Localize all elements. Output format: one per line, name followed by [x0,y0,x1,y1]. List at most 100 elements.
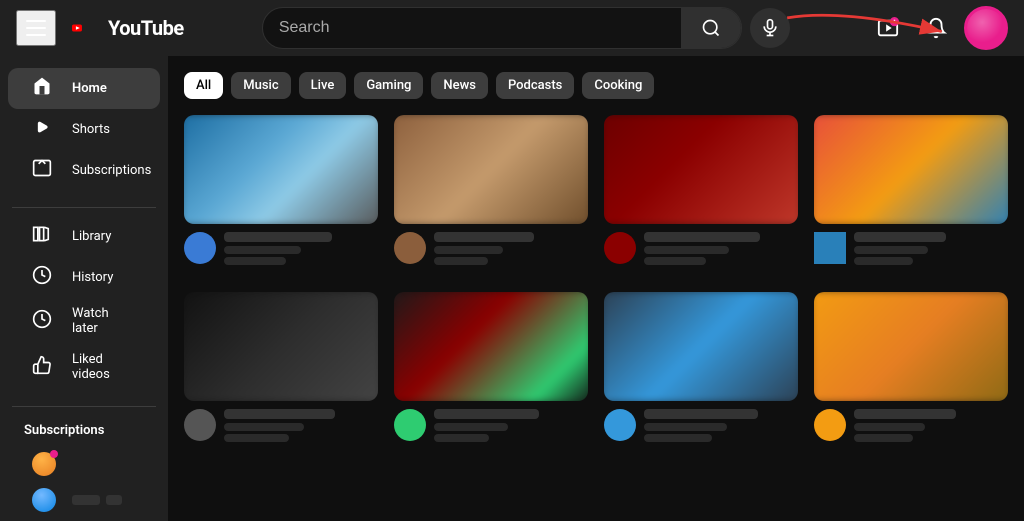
create-icon [877,17,899,39]
sidebar-label-subscriptions: Subscriptions [72,163,151,178]
home-svg [32,76,52,96]
video-meta-7 [604,409,798,445]
main-content: All Music Live Gaming News Podcasts Cook… [168,56,1024,521]
channel-avatar-4 [814,232,846,264]
video-meta-6 [394,409,588,445]
notifications-button[interactable] [916,8,956,48]
video-card-8[interactable] [814,292,1008,445]
subscriptions-svg [32,158,52,178]
divider-1 [12,207,156,208]
chip-cooking[interactable]: Cooking [582,72,654,99]
video-info-8 [854,409,1008,445]
video-info-1 [224,232,378,268]
subscription-item-1[interactable] [8,446,160,482]
sub-dot-1 [50,450,58,458]
chip-podcasts[interactable]: Podcasts [496,72,574,99]
sidebar-item-watch-later[interactable]: Watch later [8,298,160,344]
video-card-5[interactable] [184,292,378,445]
channel-avatar-5 [184,409,216,441]
video-card-1[interactable] [184,115,378,268]
video-meta-5 [184,409,378,445]
hamburger-menu-button[interactable] [16,10,56,46]
sidebar-label-shorts: Shorts [72,122,110,137]
library-svg [32,224,52,244]
video-thumb-3 [604,115,798,224]
chip-live[interactable]: Live [299,72,347,99]
video-thumb-2 [394,115,588,224]
watch-later-icon [32,309,52,334]
history-icon [32,265,52,290]
video-thumb-6 [394,292,588,401]
chip-gaming[interactable]: Gaming [354,72,423,99]
profile-avatar-button[interactable] [964,6,1008,50]
sidebar-item-home[interactable]: Home [8,68,160,109]
sidebar-label-liked-videos: Liked videos [72,352,136,382]
sidebar-main-section: Home Shorts Subscriptions [0,68,168,199]
sidebar-label-home: Home [72,81,107,96]
shorts-icon [32,117,52,142]
search-bar [262,7,742,49]
youtube-icon [72,17,104,39]
history-svg [32,265,52,285]
video-card-3[interactable] [604,115,798,268]
video-card-4[interactable] [814,115,1008,268]
subscriptions-icon [32,158,52,183]
sidebar-item-shorts[interactable]: Shorts [8,109,160,150]
video-info-7 [644,409,798,445]
chip-music[interactable]: Music [231,72,290,99]
search-icon [701,18,721,38]
video-card-6[interactable] [394,292,588,445]
sub-avatar-2 [32,488,56,512]
mic-icon [760,18,780,38]
sidebar-secondary-section: Library History Watch later [0,216,168,398]
video-thumb-1 [184,115,378,224]
video-meta-1 [184,232,378,268]
chips-row: All Music Live Gaming News Podcasts Cook… [184,72,1008,99]
search-button[interactable] [681,8,741,48]
video-info-2 [434,232,588,268]
video-info-4 [854,232,1008,268]
youtube-wordmark: YouTube [108,16,184,40]
subscriptions-section-title: Subscriptions [0,415,168,446]
sidebar-item-library[interactable]: Library [8,216,160,257]
watch-later-svg [32,309,52,329]
channel-avatar-2 [394,232,426,264]
sidebar-item-liked-videos[interactable]: Liked videos [8,344,160,390]
channel-avatar-3 [604,232,636,264]
sidebar-item-history[interactable]: History [8,257,160,298]
sidebar-item-subscriptions[interactable]: Subscriptions [8,150,160,191]
header-right [868,6,1008,50]
sidebar-subscriptions-section: Subscriptions [0,415,168,521]
channel-avatar-7 [604,409,636,441]
body: Home Shorts Subscriptions [0,56,1024,521]
video-thumb-8 [814,292,1008,401]
youtube-logo[interactable]: YouTube [72,16,184,40]
divider-2 [12,406,156,407]
voice-search-button[interactable] [750,8,790,48]
header-left: YouTube [16,10,184,46]
sidebar-label-library: Library [72,229,111,244]
subscription-item-2[interactable] [8,482,160,518]
create-button[interactable] [868,8,908,48]
video-thumb-5 [184,292,378,401]
shorts-svg [32,117,52,137]
sidebar-label-history: History [72,270,113,285]
header: YouTube [0,0,1024,56]
liked-videos-icon [32,355,52,380]
video-meta-4 [814,232,1008,268]
library-icon [32,224,52,249]
sidebar-label-watch-later: Watch later [72,306,136,336]
video-meta-2 [394,232,588,268]
liked-svg [32,355,52,375]
chip-news[interactable]: News [431,72,488,99]
channel-avatar-6 [394,409,426,441]
search-input[interactable] [263,11,681,45]
video-row-1 [184,115,1008,268]
video-meta-8 [814,409,1008,445]
channel-avatar-8 [814,409,846,441]
video-card-7[interactable] [604,292,798,445]
video-card-2[interactable] [394,115,588,268]
chip-all[interactable]: All [184,72,223,99]
video-row-2 [184,292,1008,445]
video-info-3 [644,232,798,268]
